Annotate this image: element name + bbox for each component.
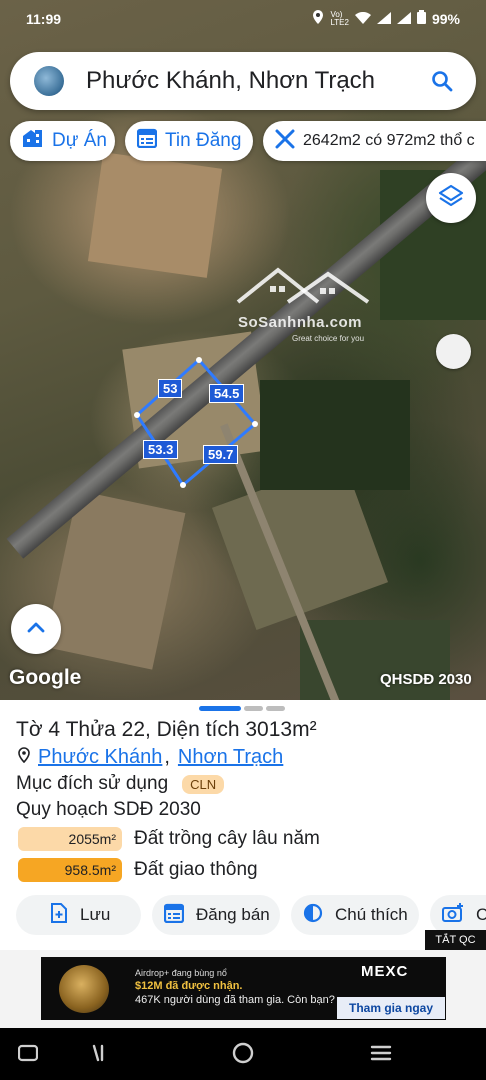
google-logo: Google <box>9 666 82 689</box>
ad-headline: $12M đã được nhận. <box>135 980 243 992</box>
close-ad-button[interactable]: TẮT QC <box>425 930 486 950</box>
photo-button[interactable]: C <box>430 895 486 935</box>
zone-row: 958.5m² Đất giao thông <box>18 858 258 882</box>
chip-tin-dang[interactable]: Tin Đăng <box>125 121 253 161</box>
purpose-code-badge: CLN <box>182 774 225 794</box>
pager-indicator[interactable] <box>244 706 263 711</box>
parcel-location: Phước Khánh , Nhơn Trạch <box>18 746 283 769</box>
layer-name-label: QHSDĐ 2030 <box>380 671 472 688</box>
location-pin-icon <box>18 746 30 769</box>
zone-row: 2055m² Đất trồng cây lâu năm <box>18 827 320 851</box>
avatar[interactable] <box>34 66 64 96</box>
location-separator: , <box>164 746 170 768</box>
battery-percent: 99% <box>431 10 460 27</box>
purpose-label: Mục đích sử dụng <box>16 773 169 794</box>
chip-label: Dự Án <box>52 130 107 151</box>
map-action-button[interactable] <box>436 334 471 369</box>
volte-icon: Vo) LTE2 <box>330 9 349 27</box>
coin-image <box>59 965 109 1013</box>
status-time: 11:99 <box>26 11 62 27</box>
camera-add-icon <box>442 902 476 928</box>
land-use-purpose: Mục đích sử dụng CLN <box>16 773 225 795</box>
chevron-up-icon <box>26 620 46 639</box>
parcel-edge-label: 53.3 <box>143 440 179 459</box>
app-icon[interactable] <box>17 1044 39 1067</box>
contrast-icon <box>303 903 335 928</box>
ad-line: 467K người dùng đã tham gia. Còn bạn? <box>135 994 335 1006</box>
search-bar[interactable]: Phước Khánh, Nhơn Trạch <box>10 52 476 110</box>
calendar-list-icon <box>136 128 165 154</box>
layers-button[interactable] <box>426 173 476 223</box>
zone-name: Đất trồng cây lâu năm <box>134 828 320 849</box>
post-sale-button[interactable]: Đăng bán <box>152 895 280 935</box>
pager-indicator[interactable] <box>266 706 285 711</box>
signal-icon <box>376 11 391 27</box>
ad-banner[interactable]: Airdrop+ đang bùng nổ $12M đã được nhận.… <box>41 957 446 1020</box>
zone-area-bar: 2055m² <box>18 827 122 851</box>
search-icon[interactable] <box>430 69 454 93</box>
location-icon <box>312 10 324 27</box>
parcel-edge-label: 54.5 <box>209 384 245 403</box>
chip-du-an[interactable]: Dự Án <box>10 121 115 161</box>
ruler-icon <box>275 129 303 154</box>
parcel-title: Tờ 4 Thửa 22, Diện tích 3013m² <box>16 718 317 741</box>
ad-cta-button[interactable]: Tham gia ngay <box>337 997 445 1019</box>
chip-label: 2642m2 có 972m2 thổ c <box>303 132 475 149</box>
ad-line: Airdrop+ đang bùng nổ <box>135 968 227 978</box>
parcel-edge-label: 59.7 <box>203 445 239 464</box>
chip-label: Tin Đăng <box>165 130 242 151</box>
layers-icon <box>438 183 464 214</box>
expand-up-button[interactable] <box>11 604 61 654</box>
save-button[interactable]: Lưu <box>16 895 141 935</box>
watermark-tagline: Great choice for you <box>292 334 365 343</box>
status-bar: 11:99 Vo) LTE2 99% <box>0 0 486 38</box>
parcel-edge-label: 53 <box>158 379 183 398</box>
zone-name: Đất giao thông <box>134 859 258 880</box>
watermark-name: SoSanhnha.com <box>238 314 363 331</box>
planning-heading: Quy hoạch SDĐ 2030 <box>16 799 201 820</box>
district-link[interactable]: Nhơn Trạch <box>178 746 283 769</box>
status-icons: Vo) LTE2 99% <box>312 10 460 27</box>
watermark-logo: SoSanhnha.com Great choice for you <box>228 262 378 352</box>
chip-listing-area[interactable]: 2642m2 có 972m2 thổ c <box>263 121 486 161</box>
wifi-icon <box>354 11 371 27</box>
signal-icon <box>396 11 411 27</box>
add-doc-icon <box>50 902 80 928</box>
search-query[interactable]: Phước Khánh, Nhơn Trạch <box>86 67 430 95</box>
recents-icon[interactable] <box>370 1044 392 1067</box>
battery-icon <box>416 10 426 27</box>
notification-icon[interactable] <box>90 1044 110 1067</box>
building-icon <box>22 128 52 154</box>
calendar-list-icon <box>163 903 196 928</box>
legend-label: Chú thích <box>335 905 408 924</box>
system-nav-bar <box>0 1028 486 1080</box>
ward-link[interactable]: Phước Khánh <box>38 746 162 769</box>
zone-area-bar: 958.5m² <box>18 858 122 882</box>
home-icon[interactable] <box>232 1042 254 1069</box>
save-label: Lưu <box>80 905 111 924</box>
legend-button[interactable]: Chú thích <box>291 895 419 935</box>
post-sale-label: Đăng bán <box>196 905 270 924</box>
photo-label: C <box>476 905 486 924</box>
action-row: Lưu Đăng bán Chú thích C <box>0 895 486 937</box>
ad-brand: MEXC <box>361 963 409 980</box>
pager-indicator-active[interactable] <box>199 706 241 711</box>
